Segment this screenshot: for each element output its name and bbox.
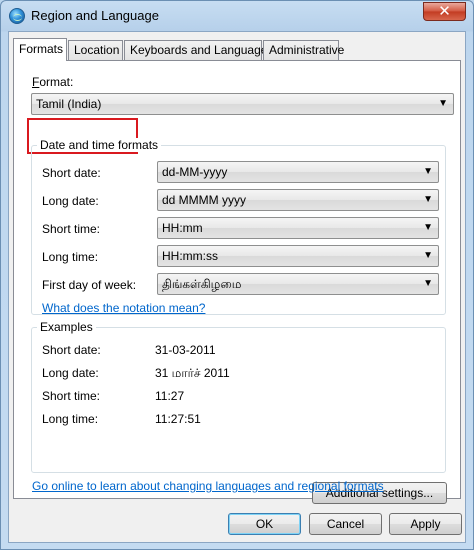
title-bar: Region and Language ✕ [1,1,473,31]
first-day-of-week-value: திங்கள்கிழமை [162,277,242,291]
date-time-formats-group: Date and time formats Short date: dd-MM-… [31,138,446,315]
long-date-label: Long date: [42,194,99,208]
long-time-label: Long time: [42,250,99,264]
example-long-time-value: 11:27:51 [155,412,201,426]
example-short-date-value: 31-03-2011 [155,343,216,357]
example-short-date-label: Short date: [42,343,101,357]
tab-formats[interactable]: Formats [13,38,67,61]
format-dropdown-value: Tamil (India) [36,97,102,111]
short-time-dropdown[interactable]: HH:mm ▼ [157,217,439,239]
short-date-value: dd-MM-yyyy [162,165,228,179]
chevron-down-icon: ▼ [423,194,433,205]
cancel-button[interactable]: Cancel [309,513,382,535]
first-day-of-week-label: First day of week: [42,278,137,292]
date-time-group-title: Date and time formats [37,138,162,152]
close-button[interactable]: ✕ [423,2,466,21]
tab-keyboards-and-languages[interactable]: Keyboards and Languages [124,40,273,60]
long-time-dropdown[interactable]: HH:mm:ss ▼ [157,245,439,267]
chevron-down-icon: ▼ [438,98,448,109]
apply-button[interactable]: Apply [389,513,462,535]
tab-location[interactable]: Location [68,40,123,60]
example-short-time-value: 11:27 [155,389,185,403]
examples-group-title: Examples [37,320,96,334]
format-label: Format: [32,75,74,89]
example-short-time-label: Short time: [42,389,101,403]
chevron-down-icon: ▼ [423,278,433,289]
chevron-down-icon: ▼ [423,166,433,177]
chevron-down-icon: ▼ [423,222,433,233]
long-date-dropdown[interactable]: dd MMMM yyyy ▼ [157,189,439,211]
example-long-date-label: Long date: [42,366,99,380]
long-date-value: dd MMMM yyyy [162,193,246,207]
first-day-of-week-dropdown[interactable]: திங்கள்கிழமை ▼ [157,273,439,295]
short-date-label: Short date: [42,166,101,180]
region-language-dialog: Region and Language ✕ Formats Location K… [0,0,474,550]
close-icon: ✕ [438,2,451,20]
dialog-client-area: Formats Location Keyboards and Languages… [8,31,466,543]
formats-panel: Format: Tamil (India) ▼ Date and time fo… [13,60,461,504]
notation-help-link[interactable]: What does the notation mean? [42,301,205,315]
examples-group: Examples Short date: 31-03-2011 Long dat… [31,320,446,473]
tab-administrative[interactable]: Administrative [263,40,344,60]
short-date-dropdown[interactable]: dd-MM-yyyy ▼ [157,161,439,183]
online-help-link[interactable]: Go online to learn about changing langua… [32,479,384,493]
ok-button[interactable]: OK [228,513,301,535]
window-title: Region and Language [31,8,159,23]
globe-icon [9,8,25,24]
short-time-value: HH:mm [162,221,203,235]
chevron-down-icon: ▼ [423,250,433,261]
format-dropdown[interactable]: Tamil (India) ▼ [31,93,454,115]
example-long-date-value: 31 மார்ச் 2011 [155,366,230,380]
short-time-label: Short time: [42,222,101,236]
example-long-time-label: Long time: [42,412,99,426]
long-time-value: HH:mm:ss [162,249,218,263]
